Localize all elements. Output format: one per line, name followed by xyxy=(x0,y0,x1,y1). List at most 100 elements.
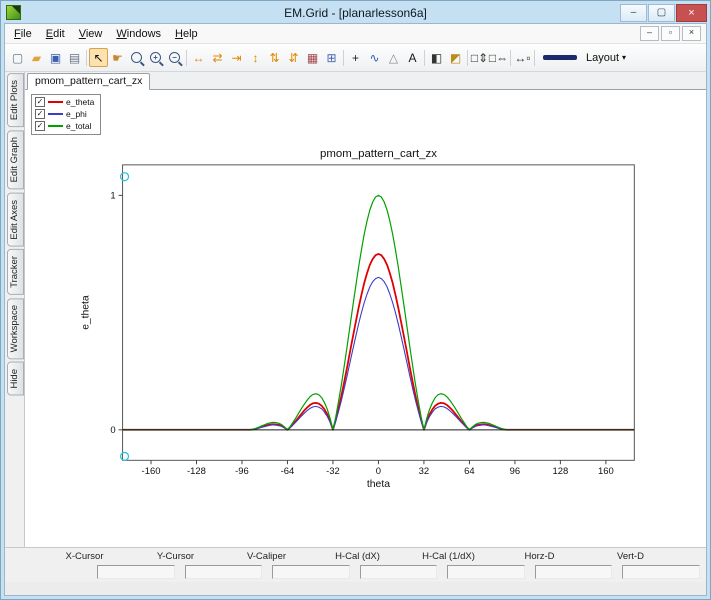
page-horizontal-icon[interactable]: ⇥ xyxy=(227,48,246,67)
colormap-icon[interactable]: ◩ xyxy=(446,48,465,67)
x-tick-label: 64 xyxy=(464,465,475,476)
v-caliper-icon[interactable]: □⇕ xyxy=(470,48,489,67)
mdi-window-controls: – ▫ × xyxy=(640,26,704,41)
mdi-minimize-button[interactable]: – xyxy=(640,26,659,41)
toolbar-separator xyxy=(186,49,187,66)
data-table-icon[interactable]: ▦ xyxy=(303,48,322,67)
text-label-icon[interactable]: A xyxy=(403,48,422,67)
y-tick-label: 1 xyxy=(110,189,115,200)
app-logo-icon xyxy=(6,5,21,20)
window-title: EM.Grid - [planarlesson6a] xyxy=(284,5,427,20)
footer-strip xyxy=(5,582,706,595)
status-col-x-cursor: X-Cursor xyxy=(65,551,104,562)
h-caliper-icon[interactable]: □⇔ xyxy=(489,48,508,67)
save-icon[interactable]: ▣ xyxy=(46,48,65,67)
legend-line-sample-icon xyxy=(48,101,63,103)
menu-help[interactable]: Help xyxy=(168,27,205,41)
open-folder-icon[interactable]: ▰ xyxy=(27,48,46,67)
selection-handle[interactable] xyxy=(119,172,130,182)
menu-edit[interactable]: Edit xyxy=(39,27,72,41)
line-style-sample-icon[interactable] xyxy=(543,55,577,60)
status-col-h-cal-1-dx-: H-Cal (1/dX) xyxy=(422,551,475,562)
zoom-in-icon: + xyxy=(150,52,161,63)
x-tick-label: -128 xyxy=(187,465,206,476)
series-e_theta[interactable] xyxy=(122,253,635,431)
sidebar-tab-edit-axes[interactable]: Edit Axes xyxy=(7,192,24,247)
zoom-region-icon[interactable] xyxy=(127,48,146,67)
add-point-icon[interactable]: + xyxy=(346,48,365,67)
sidebar-tab-tracker[interactable]: Tracker xyxy=(7,249,24,296)
selection-handle[interactable] xyxy=(119,451,130,461)
layout-dropdown-label: Layout xyxy=(586,51,620,64)
toolbar-separator xyxy=(510,49,511,66)
toolbar-separator xyxy=(534,49,535,66)
marker-icon[interactable]: △ xyxy=(384,48,403,67)
status-field xyxy=(622,565,700,579)
status-col-y-cursor: Y-Cursor xyxy=(156,551,195,562)
legend-checkbox-e_theta[interactable]: ✓ xyxy=(35,97,45,107)
x-tick-label: 0 xyxy=(376,465,381,476)
sidebar-tabs: Edit Plots Edit Graph Edit Axes Tracker Work… xyxy=(5,72,24,547)
x-tick-label: 32 xyxy=(419,465,430,476)
series-e_total[interactable] xyxy=(122,194,635,431)
document-tab-bar: pmom_pattern_cart_zx xyxy=(25,72,706,90)
menu-windows[interactable]: Windows xyxy=(109,27,168,41)
sidebar-tab-edit-graph[interactable]: Edit Graph xyxy=(7,130,24,190)
legend-checkbox-e_total[interactable]: ✓ xyxy=(35,121,45,131)
zoom-out-icon[interactable]: − xyxy=(165,48,184,67)
layout-dropdown[interactable]: Layout ▾ xyxy=(582,50,630,66)
h-measure-icon[interactable]: ↔▫ xyxy=(513,48,532,67)
expand-horizontal-icon[interactable]: ↔ xyxy=(189,48,208,67)
fill-style-icon[interactable]: ◧ xyxy=(427,48,446,67)
y-tick-label: 0 xyxy=(110,424,115,435)
curve-fit-icon[interactable]: ∿ xyxy=(365,48,384,67)
cursor-readout-table: X-Cursor Y-Cursor V-Caliper H-Cal (dX) H-Cal… xyxy=(5,547,706,582)
pan-hand-icon[interactable]: ☛ xyxy=(108,48,127,67)
grid-lines-icon[interactable]: ⊞ xyxy=(322,48,341,67)
series-e_phi[interactable] xyxy=(122,276,635,431)
legend-checkbox-e_phi[interactable]: ✓ xyxy=(35,109,45,119)
status-field xyxy=(97,565,175,579)
minimize-button[interactable]: – xyxy=(620,3,647,22)
status-field xyxy=(534,565,613,579)
menu-file[interactable]: File xyxy=(7,27,39,41)
legend-item-e_total: ✓ e_total xyxy=(35,121,94,131)
page-vertical-icon[interactable]: ⇵ xyxy=(284,48,303,67)
toolbar-icons: ▢ ▰ ▣ ▤ ↖ ☛ + − ↔ ⇄ ⇥ ↕ ⇅ ⇵ ▦ ⊞ + ∿ △ A ◧ ◩ □⇕ □⇔ ↔▫ xyxy=(8,48,537,67)
x-tick-label: 96 xyxy=(510,465,521,476)
compress-vertical-icon[interactable]: ⇅ xyxy=(265,48,284,67)
sidebar-tab-edit-plots[interactable]: Edit Plots xyxy=(7,73,24,128)
x-tick-label: -96 xyxy=(235,465,249,476)
legend-label: e_theta xyxy=(66,97,95,107)
status-col-horz-d: Horz-D xyxy=(524,551,555,562)
menu-items: File Edit View Windows Help xyxy=(7,27,205,41)
mdi-restore-button[interactable]: ▫ xyxy=(661,26,680,41)
compress-horizontal-icon[interactable]: ⇄ xyxy=(208,48,227,67)
status-field xyxy=(184,565,263,579)
close-button[interactable]: × xyxy=(676,3,707,22)
status-fields xyxy=(5,564,706,580)
x-tick-label: -32 xyxy=(326,465,340,476)
zoom-in-icon[interactable]: + xyxy=(146,48,165,67)
document-area: pmom_pattern_cart_zx -160 -128 -96 -64 -32 0 3… xyxy=(24,72,706,547)
chart: -160 -128 -96 -64 -32 0 32 64 96 128 160 0 1 pmom_pat… xyxy=(81,148,635,490)
x-tick-label: -160 xyxy=(142,465,161,476)
x-tick-label: -64 xyxy=(281,465,295,476)
mdi-close-button[interactable]: × xyxy=(682,26,701,41)
app-window: EM.Grid - [planarlesson6a] – ▢ × File Edi… xyxy=(0,0,711,600)
tab-pmom-pattern-cart-zx[interactable]: pmom_pattern_cart_zx xyxy=(27,73,151,90)
select-arrow-icon[interactable]: ↖ xyxy=(89,48,108,67)
maximize-button[interactable]: ▢ xyxy=(648,3,675,22)
sidebar-tab-hide[interactable]: Hide xyxy=(7,362,24,396)
window-controls: – ▢ × xyxy=(620,3,707,22)
status-col-vert-d: Vert-D xyxy=(617,551,644,562)
print-icon[interactable]: ▤ xyxy=(65,48,84,67)
sidebar-tab-workspace[interactable]: Workspace xyxy=(7,298,24,360)
menu-bar: File Edit View Windows Help – ▫ × xyxy=(5,24,706,44)
new-file-icon[interactable]: ▢ xyxy=(8,48,27,67)
app-frame: File Edit View Windows Help – ▫ × ▢ ▰ ▣ ▤ ↖ ☛ + − ↔ ⇄… xyxy=(4,23,707,596)
status-col-h-cal-dx-: H-Cal (dX) xyxy=(335,551,380,562)
menu-view[interactable]: View xyxy=(72,27,110,41)
expand-vertical-icon[interactable]: ↕ xyxy=(246,48,265,67)
plot-canvas[interactable]: -160 -128 -96 -64 -32 0 32 64 96 128 160 0 1 pmom_pat… xyxy=(25,90,706,547)
